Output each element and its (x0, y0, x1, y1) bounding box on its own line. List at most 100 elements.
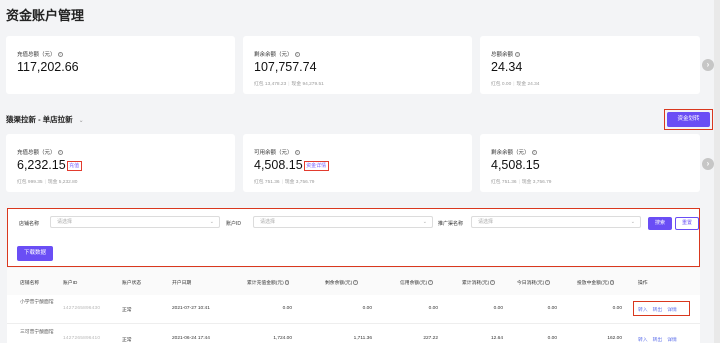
credit-amount: 227.22 (423, 336, 438, 341)
cash-amount: 现金 3,756.79 (284, 180, 315, 185)
channel-available-card: 可用余额（元）? 4,508.15 资金详情 红包 751.36 | 现金 3,756… (243, 134, 472, 192)
balance-amount: 0.00 (362, 306, 372, 311)
cash-amount: 现金 5,232.80 (47, 180, 78, 185)
chevron-down-icon: ⌄ (422, 219, 427, 225)
chevron-down-icon: ⌄ (630, 219, 635, 225)
channel-available-label: 可用余额（元） (254, 150, 293, 156)
remaining-balance-label: 剩余余额（元） (254, 52, 293, 58)
page-title: 资金账户管理 (6, 8, 85, 23)
account-id: 1427265896410 (63, 336, 101, 341)
row-actions: 转入 转出 详情 (638, 306, 682, 313)
help-icon[interactable]: ? (545, 280, 550, 285)
channel-recharge-value: 6,232.15 (17, 158, 66, 172)
help-icon[interactable]: ? (428, 280, 433, 285)
row-actions: 转入 转出 详情 (638, 336, 682, 343)
account-status: 正常 (122, 308, 132, 313)
col-store: 店铺名称 (20, 281, 40, 286)
open-date: 2021-06-24 17:44 (172, 336, 210, 341)
cash-amount: 现金 24.34 (516, 82, 540, 87)
balance-amount: 1,711.36 (353, 336, 372, 341)
remaining-balance-card: 剩余余额（元）? 107,757.74 红包 13,478.23 | 现金 94,2… (243, 36, 472, 94)
col-account-id: 账户ID (63, 281, 78, 286)
col-balance: 剩余余额(元) (325, 281, 353, 286)
help-icon[interactable]: ? (294, 52, 300, 58)
recharge-amount: 0.00 (282, 306, 292, 311)
recharge-link[interactable]: 充值 (66, 160, 82, 171)
help-icon[interactable]: ? (531, 150, 537, 156)
transfer-in-link[interactable]: 转入 (638, 308, 648, 313)
store-select[interactable]: 请选择 ⌄ (50, 216, 220, 228)
col-delivering: 投放中金额(元) (577, 281, 609, 286)
cash-amount: 现金 3,756.79 (521, 180, 552, 185)
help-icon[interactable]: ? (490, 280, 495, 285)
account-select[interactable]: 请选择 ⌄ (253, 216, 433, 228)
consumed-amount: 12.64 (490, 336, 503, 341)
store-name: 小学普宁酸面馆 (20, 300, 54, 305)
recharge-amount: 1,724.00 (273, 336, 292, 341)
red-packet-amount: 红包 13,478.23 (254, 82, 287, 87)
fund-detail-link[interactable]: 资金详情 (303, 160, 329, 171)
transfer-out-link[interactable]: 转出 (653, 338, 663, 343)
section-title: 猿渠拉新 - 单店拉新 (6, 115, 73, 124)
store-name: 三可普宁酸面馆 (20, 330, 54, 335)
download-data-button[interactable]: 下载数据 (17, 246, 53, 261)
transfer-in-link[interactable]: 转入 (638, 338, 648, 343)
credit-balance-card: 总额余额? 24.34 红包 0.00 | 现金 24.34 (480, 36, 700, 94)
credit-balance-label: 总额余额 (491, 52, 514, 58)
today-amount: 0.00 (547, 306, 557, 311)
credit-amount: 0.00 (428, 306, 438, 311)
transfer-button[interactable]: 资金划转 (667, 112, 710, 127)
help-icon[interactable]: ? (515, 52, 521, 58)
recharge-total-label: 充值总额（元） (17, 52, 56, 58)
delivering-amount: 0.00 (612, 306, 622, 311)
detail-link[interactable]: 详情 (667, 308, 677, 313)
help-icon[interactable]: ? (294, 150, 300, 156)
col-open-date: 开户日期 (172, 281, 192, 286)
row-divider (7, 323, 700, 324)
next-arrow-icon[interactable]: › (702, 59, 714, 71)
reset-button[interactable]: 重置 (675, 217, 699, 230)
account-status: 正常 (122, 338, 132, 343)
help-icon[interactable]: ? (609, 280, 615, 285)
remaining-balance-value: 107,757.74 (254, 60, 317, 74)
channel-select[interactable]: 请选择 ⌄ (471, 216, 641, 228)
chevron-down-icon[interactable]: ⌄ (79, 117, 84, 124)
col-today: 今日消耗(元) (517, 281, 545, 286)
recharge-total-value: 117,202.66 (17, 60, 79, 74)
today-amount: 0.00 (547, 336, 557, 341)
page-scrollbar[interactable] (714, 0, 720, 343)
help-icon[interactable]: ? (57, 150, 63, 156)
red-packet-amount: 红包 0.00 (491, 82, 512, 87)
accounts-table: 店铺名称 账户ID 账户状态 开户日期 累计充值金额(元)? 剩余余额(元)? … (7, 268, 700, 343)
store-filter-label: 店铺名称 (19, 221, 40, 227)
account-filter-label: 账户ID (226, 221, 242, 227)
channel-available-value: 4,508.15 (254, 158, 303, 172)
col-actions: 操作 (638, 281, 648, 286)
transfer-out-link[interactable]: 转出 (653, 308, 663, 313)
help-icon[interactable]: ? (57, 52, 63, 58)
col-status: 账户状态 (122, 281, 142, 286)
credit-balance-value: 24.34 (491, 60, 523, 74)
red-packet-amount: 红包 751.36 (491, 180, 517, 185)
red-packet-amount: 红包 999.35 (17, 180, 43, 185)
cash-amount: 现金 94,279.51 (291, 82, 324, 87)
filter-panel: 店铺名称 请选择 ⌄ 账户ID 请选择 ⌄ 推广渠名称 请选择 ⌄ 搜索 重置 下载数… (7, 208, 700, 267)
delivering-amount: 162.00 (607, 336, 622, 341)
channel-recharge-label: 充值总额（元） (17, 150, 56, 156)
col-credit: 信用余额(元) (400, 281, 428, 286)
channel-remaining-card: 剩余余额（元）? 4,508.15 红包 751.36 | 现金 3,756.79 (480, 134, 700, 192)
channel-remaining-value: 4,508.15 (491, 158, 540, 172)
consumed-amount: 0.00 (493, 306, 503, 311)
chevron-down-icon: ⌄ (209, 219, 214, 225)
channel-remaining-label: 剩余余额（元） (491, 150, 530, 156)
detail-link[interactable]: 详情 (667, 338, 677, 343)
help-icon[interactable]: ? (353, 280, 358, 285)
col-recharge: 累计充值金额(元) (247, 281, 284, 286)
search-button[interactable]: 搜索 (648, 217, 672, 230)
help-icon[interactable]: ? (284, 280, 290, 285)
open-date: 2021-07-27 10:41 (172, 306, 210, 311)
next-arrow-icon[interactable]: › (702, 158, 714, 170)
channel-recharge-card: 充值总额（元）? 6,232.15 充值 红包 999.35 | 现金 5,232.8… (6, 134, 235, 192)
recharge-total-card: 充值总额（元）? 117,202.66 (6, 36, 235, 94)
account-id: 1427265896430 (63, 306, 101, 311)
